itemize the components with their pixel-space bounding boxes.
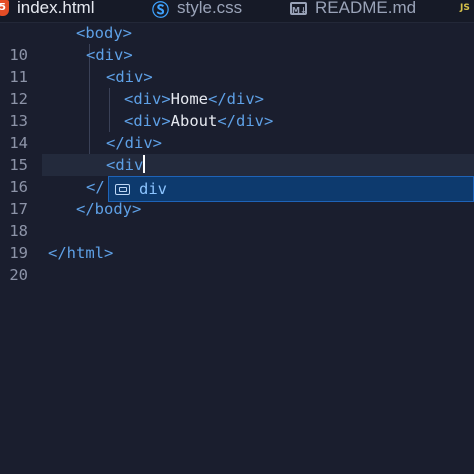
code-line-12[interactable]: 12 <div> xyxy=(0,66,474,108)
code-line-14[interactable]: 14 <div>About</div> xyxy=(0,110,474,152)
code-text: <div> xyxy=(106,66,153,88)
tab-bar: 5 index.html Ⓢ style.css M↓ README.md JS xyxy=(0,0,474,23)
tag-bracket: < xyxy=(106,68,116,86)
code-line-13[interactable]: 13 <div>Home</div> xyxy=(0,88,474,130)
code-text: <div> xyxy=(86,44,133,66)
code-text: </div> xyxy=(106,132,162,154)
tag-name: body xyxy=(94,200,132,218)
tag-bracket: </ xyxy=(76,200,95,218)
tag-bracket: > xyxy=(122,24,133,42)
suggestion-label: div xyxy=(139,180,167,198)
open-tag: <div> xyxy=(124,112,171,130)
code-text: <div>About</div> xyxy=(124,110,273,132)
code-text: <div>Home</div> xyxy=(124,88,264,110)
tab-index-html[interactable]: 5 index.html xyxy=(0,0,94,22)
tag-bracket: < xyxy=(76,24,86,42)
code-text: <body> xyxy=(76,22,132,44)
tab-label: index.html xyxy=(17,0,95,17)
html5-icon: 5 xyxy=(0,0,9,16)
tag-bracket: > xyxy=(123,46,133,64)
tag-bracket: < xyxy=(86,46,96,64)
code-line-16-current[interactable]: 16 <div xyxy=(9,154,474,196)
tag-bracket: > xyxy=(132,200,142,218)
javascript-icon: JS xyxy=(460,2,470,13)
autocomplete-suggestion[interactable]: div xyxy=(108,176,474,202)
tab-style-css[interactable]: Ⓢ style.css xyxy=(152,0,242,22)
tag-bracket: </ xyxy=(106,134,125,152)
code-lines[interactable]: 10 <body> 11 <div> 12 <div> 13 <div>Home… xyxy=(0,22,474,284)
tag-bracket: > xyxy=(143,68,153,86)
close-tag: </div> xyxy=(217,112,274,130)
tab-readme-md[interactable]: M↓ README.md xyxy=(290,0,416,22)
css3-icon: Ⓢ xyxy=(152,0,169,21)
tag-bracket: </ xyxy=(48,244,67,262)
tag-name: div xyxy=(124,134,153,152)
open-tag: <div> xyxy=(124,90,171,108)
line-number: 15 xyxy=(9,156,28,174)
element-text: About xyxy=(170,112,218,130)
snippet-icon xyxy=(115,183,130,195)
code-text: <div xyxy=(106,154,146,176)
code-line-20[interactable]: 20 </html> xyxy=(0,242,474,284)
code-text: </html> xyxy=(48,242,113,264)
tag-name: html xyxy=(66,244,104,262)
tag-name: div xyxy=(115,68,144,86)
text-cursor xyxy=(143,155,146,173)
close-tag: </div> xyxy=(208,90,264,108)
element-text: Home xyxy=(170,90,208,108)
line-number: 20 xyxy=(9,266,28,284)
code-line-10[interactable]: 10 <body> xyxy=(0,22,474,64)
partial-tag: </ xyxy=(86,178,105,196)
tab-label: README.md xyxy=(315,0,417,17)
tag-bracket: > xyxy=(104,244,114,262)
tag-bracket: > xyxy=(152,134,163,152)
markdown-icon: M↓ xyxy=(290,1,307,15)
code-editor: 5 index.html Ⓢ style.css M↓ README.md JS… xyxy=(0,0,474,474)
code-line-15[interactable]: 15 </div> xyxy=(0,132,474,174)
code-text: </ xyxy=(86,176,105,198)
code-line-19[interactable]: 19 xyxy=(0,220,474,262)
tab-label: style.css xyxy=(177,0,243,17)
tag-name: div xyxy=(95,46,124,64)
tag-name: body xyxy=(85,24,123,42)
code-line-11[interactable]: 11 <div> xyxy=(0,44,474,86)
typed-text: <div xyxy=(106,156,144,174)
tab-js-file[interactable]: JS xyxy=(460,0,474,22)
